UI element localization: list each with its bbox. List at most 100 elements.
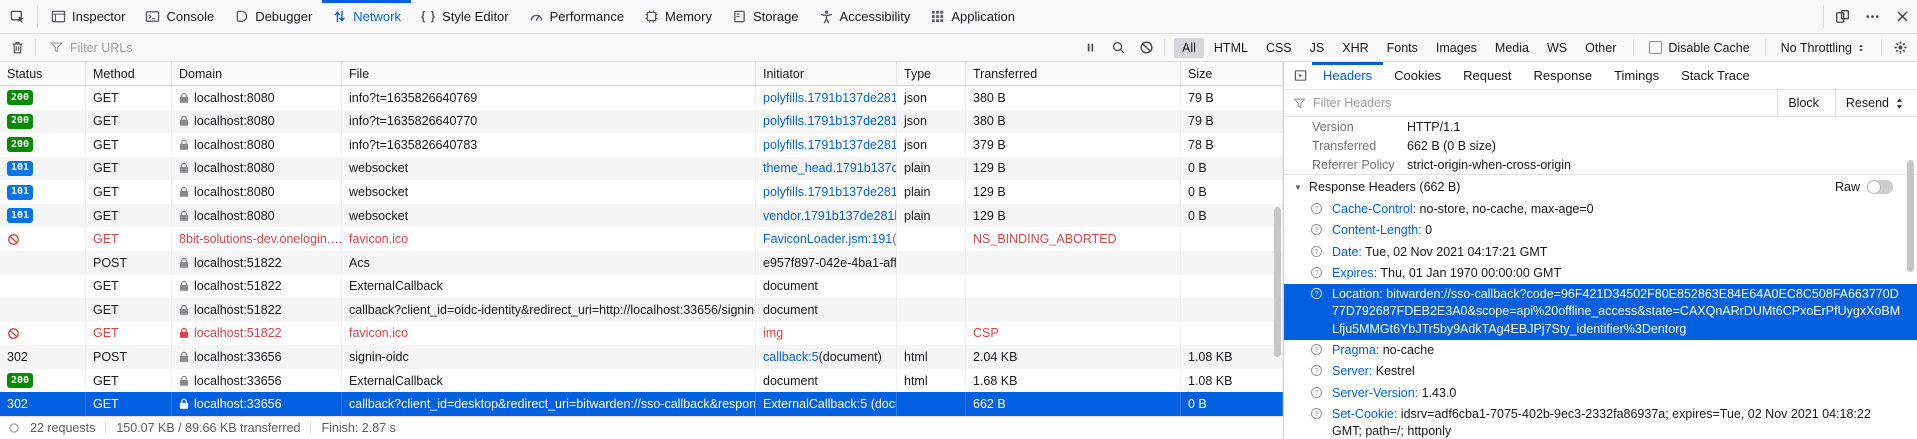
type-filter-media[interactable]: Media	[1487, 38, 1537, 58]
toolbox-tab-network[interactable]: Network	[322, 0, 411, 33]
type-filter-fonts[interactable]: Fonts	[1379, 38, 1426, 58]
initiator-link[interactable]: polyfills.1791b137de281b787…	[763, 91, 897, 105]
header-row[interactable]: ?Location: bitwarden://sso-callback?code…	[1284, 284, 1917, 340]
filter-headers-input[interactable]	[1313, 96, 1771, 110]
disable-cache-checkbox[interactable]	[1649, 41, 1662, 54]
type-filter-ws[interactable]: WS	[1539, 38, 1575, 58]
type-filter-css[interactable]: CSS	[1258, 38, 1300, 58]
filter-urls-input[interactable]	[70, 41, 1075, 55]
resend-button[interactable]: Resend	[1835, 90, 1917, 116]
header-row[interactable]: ?Date: Tue, 02 Nov 2021 04:17:21 GMT	[1284, 242, 1917, 263]
block-url-button[interactable]: Block	[1777, 90, 1829, 116]
initiator-link[interactable]: polyfills.1791b137de281b787…	[763, 185, 897, 199]
initiator-link[interactable]: callback:5	[763, 350, 819, 364]
devtools-menu-button[interactable]	[1857, 0, 1887, 33]
column-header-transferred[interactable]: Transferred	[966, 62, 1181, 85]
header-name[interactable]: Pragma:	[1332, 343, 1379, 357]
detail-tab-cookies[interactable]: Cookies	[1383, 62, 1452, 89]
type-filter-js[interactable]: JS	[1302, 38, 1333, 58]
details-scrollbar[interactable]	[1907, 160, 1914, 272]
header-name[interactable]: Content-Length:	[1332, 223, 1422, 237]
initiator-link[interactable]: theme_head.1791b137de281…	[763, 161, 897, 175]
table-row[interactable]: 200GETlocalhost:8080info?t=1635826640769…	[0, 86, 1283, 110]
network-settings-button[interactable]	[1887, 34, 1913, 61]
pick-element-button[interactable]	[0, 0, 34, 33]
table-row[interactable]: 101GETlocalhost:8080websocketvendor.1791…	[0, 204, 1283, 228]
header-name[interactable]: Set-Cookie:	[1332, 407, 1397, 421]
raw-toggle[interactable]	[1867, 180, 1893, 194]
type-filter-other[interactable]: Other	[1577, 38, 1624, 58]
disable-cache-control[interactable]: Disable Cache	[1639, 41, 1759, 55]
type-filter-all[interactable]: All	[1174, 38, 1204, 58]
requests-scrollbar[interactable]	[1274, 207, 1281, 357]
header-name[interactable]: Server:	[1332, 364, 1372, 378]
throttling-value: No Throttling	[1781, 41, 1852, 55]
table-row[interactable]: 200GETlocalhost:33656ExternalCallbackdoc…	[0, 369, 1283, 393]
updown-arrows-icon	[1892, 96, 1907, 111]
type-filter-xhr[interactable]: XHR	[1334, 38, 1376, 58]
detail-tab-stack-trace[interactable]: Stack Trace	[1670, 62, 1761, 89]
response-headers-section[interactable]: ▼ Response Headers (662 B) Raw	[1284, 175, 1917, 199]
responsive-design-button[interactable]	[1827, 0, 1857, 33]
header-row[interactable]: ?Content-Length: 0	[1284, 220, 1917, 241]
header-name[interactable]: Server-Version:	[1332, 386, 1418, 400]
toolbox-tab-style-editor[interactable]: { }Style Editor	[411, 0, 519, 33]
column-header-status[interactable]: Status	[0, 62, 86, 85]
column-header-size[interactable]: Size	[1181, 62, 1283, 85]
type-filter-images[interactable]: Images	[1428, 38, 1485, 58]
status-cell	[0, 227, 86, 251]
toolbox-tab-accessibility[interactable]: Accessibility	[809, 0, 921, 33]
detail-tab-timings[interactable]: Timings	[1603, 62, 1670, 89]
table-row[interactable]: 302POSTlocalhost:33656signin-oidccallbac…	[0, 345, 1283, 369]
clear-requests-button[interactable]	[4, 34, 30, 61]
table-row[interactable]: GETlocalhost:51822ExternalCallbackdocume…	[0, 275, 1283, 299]
header-name[interactable]: Date:	[1332, 245, 1362, 259]
header-name[interactable]: Cache-Control:	[1332, 202, 1416, 216]
column-header-initiator[interactable]: Initiator	[756, 62, 897, 85]
table-row[interactable]: 200GETlocalhost:8080info?t=1635826640783…	[0, 133, 1283, 157]
column-header-method[interactable]: Method	[86, 62, 172, 85]
block-requests-button[interactable]	[1133, 34, 1159, 61]
detail-tab-request[interactable]: Request	[1452, 62, 1522, 89]
initiator-link[interactable]: FaviconLoader.jsm:191	[763, 232, 892, 246]
header-row[interactable]: ?Server-Version: 1.43.0	[1284, 383, 1917, 404]
column-header-file[interactable]: File	[342, 62, 756, 85]
initiator-link[interactable]: polyfills.1791b137de281b787…	[763, 114, 897, 128]
header-row[interactable]: ?Cache-Control: no-store, no-cache, max-…	[1284, 199, 1917, 220]
table-row[interactable]: 200GETlocalhost:8080info?t=1635826640770…	[0, 110, 1283, 134]
type-filter-html[interactable]: HTML	[1206, 38, 1256, 58]
toolbox-tab-performance[interactable]: Performance	[519, 0, 634, 33]
column-header-domain[interactable]: Domain	[172, 62, 342, 85]
header-row[interactable]: ?Expires: Thu, 01 Jan 1970 00:00:00 GMT	[1284, 263, 1917, 284]
header-name[interactable]: Location:	[1332, 287, 1383, 301]
toolbox-tab-application[interactable]: Application	[920, 0, 1025, 33]
toolbox-tab-storage[interactable]: Storage	[722, 0, 809, 33]
search-button[interactable]	[1105, 34, 1131, 61]
header-name[interactable]: Expires:	[1332, 266, 1377, 280]
table-row[interactable]: GET8bit-solutions-dev.onelogin.…favicon.…	[0, 227, 1283, 251]
column-header-type[interactable]: Type	[897, 62, 966, 85]
toolbox-tab-debugger[interactable]: Debugger	[224, 0, 322, 33]
throttling-select[interactable]: No Throttling	[1771, 41, 1876, 55]
table-row[interactable]: POSTlocalhost:51822Acse957f897-042e-4ba1…	[0, 251, 1283, 275]
header-value: bitwarden://sso-callback?code=96F421D345…	[1332, 287, 1900, 336]
table-row[interactable]: 101GETlocalhost:8080websocketpolyfills.1…	[0, 180, 1283, 204]
detail-tab-headers[interactable]: Headers	[1312, 62, 1383, 89]
initiator-link[interactable]: polyfills.1791b137de281b787…	[763, 138, 897, 152]
table-row[interactable]: 302GETlocalhost:33656callback?client_id=…	[0, 392, 1283, 416]
toolbox-tab-memory[interactable]: Memory	[634, 0, 722, 33]
table-row[interactable]: 101GETlocalhost:8080websockettheme_head.…	[0, 157, 1283, 181]
toolbox-tab-inspector[interactable]: Inspector	[41, 0, 135, 33]
toolbox-tab-console[interactable]: Console	[135, 0, 224, 33]
sidebar-toggle-button[interactable]	[1288, 62, 1312, 89]
header-row[interactable]: ?Set-Cookie: idsrv=adf6cba1-7075-402b-9e…	[1284, 404, 1917, 439]
close-devtools-button[interactable]	[1887, 0, 1917, 33]
header-row[interactable]: ?Pragma: no-cache	[1284, 340, 1917, 361]
pause-traffic-button[interactable]	[1077, 34, 1103, 61]
table-row[interactable]: GETlocalhost:51822callback?client_id=oid…	[0, 298, 1283, 322]
table-row[interactable]: GETlocalhost:51822favicon.icoimgCSP	[0, 322, 1283, 346]
detail-tab-response[interactable]: Response	[1523, 62, 1604, 89]
initiator-cell: e957f897-042e-4ba1-aff1-…	[756, 251, 897, 275]
initiator-link[interactable]: vendor.1791b137de281b787…	[763, 209, 897, 223]
header-row[interactable]: ?Server: Kestrel	[1284, 361, 1917, 382]
